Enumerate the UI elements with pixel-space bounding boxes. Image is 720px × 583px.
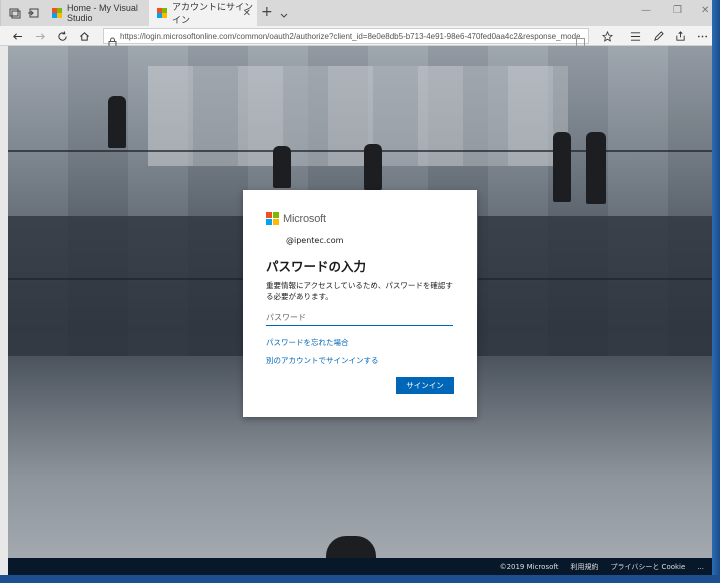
signin-card: Microsoft @ipentec.com パスワードの入力 重要情報にアクセ…: [243, 190, 477, 417]
browser-window: Home - My Visual Studio アカウントにサインイン ✕ + …: [0, 0, 720, 583]
railing-upper: [8, 150, 712, 152]
microsoft-logo: Microsoft: [266, 212, 326, 225]
railing-left: [8, 278, 248, 280]
other-account-link[interactable]: 別のアカウントでサインインする: [266, 355, 379, 366]
page-title: パスワードの入力: [266, 259, 367, 274]
set-aside-tabs-icon[interactable]: [25, 5, 41, 21]
person-figure: [553, 132, 571, 202]
signin-button[interactable]: サインイン: [396, 377, 454, 394]
tab-account-signin[interactable]: アカウントにサインイン ✕: [149, 0, 257, 26]
person-figure: [364, 144, 382, 190]
person-figure: [273, 146, 291, 188]
forward-arrow-icon[interactable]: [33, 29, 47, 43]
tab-strip: Home - My Visual Studio アカウントにサインイン ✕ + …: [0, 0, 712, 26]
escalator-right: [478, 216, 712, 356]
escalator-left: [8, 216, 248, 356]
brand-name: Microsoft: [283, 212, 326, 225]
person-figure: [586, 132, 606, 204]
more-options-icon[interactable]: ...: [697, 563, 704, 571]
favorites-hub-icon[interactable]: [628, 29, 642, 43]
web-note-pen-icon[interactable]: [651, 29, 665, 43]
terms-link[interactable]: 利用規約: [570, 562, 598, 572]
tab-home-my-visual-studio[interactable]: Home - My Visual Studio: [44, 0, 149, 26]
account-identifier: @ipentec.com: [286, 236, 344, 245]
microsoft-favicon-icon: [157, 8, 167, 18]
tab-manager-icon[interactable]: [7, 5, 23, 21]
person-figure: [108, 96, 126, 148]
railing-right: [478, 278, 712, 280]
description-text: 重要情報にアクセスしているため、パスワードを確認する必要があります。: [266, 281, 453, 301]
home-icon[interactable]: [77, 29, 91, 43]
new-tab-button[interactable]: +: [261, 4, 273, 20]
close-tab-icon[interactable]: ✕: [243, 8, 251, 19]
share-icon[interactable]: [673, 29, 687, 43]
forgot-password-link[interactable]: パスワードを忘れた場合: [266, 337, 349, 348]
close-window-icon[interactable]: ✕: [701, 5, 709, 16]
desktop-edge: [712, 0, 720, 583]
address-bar[interactable]: https://login.microsoftonline.com/common…: [103, 28, 589, 47]
more-options-icon[interactable]: [695, 29, 709, 43]
favorite-star-icon[interactable]: [600, 29, 614, 43]
url-text[interactable]: https://login.microsoftonline.com/common…: [120, 32, 580, 41]
privacy-link[interactable]: プライバシーと Cookie: [610, 562, 685, 572]
desktop-taskbar-strip: [0, 575, 720, 583]
chevron-down-icon[interactable]: [279, 6, 289, 25]
page-footer: ©2019 Microsoft 利用規約 プライバシーと Cookie ...: [8, 558, 712, 575]
window-frame: [0, 46, 8, 575]
back-arrow-icon[interactable]: [10, 29, 24, 43]
maximize-icon[interactable]: ❐: [673, 5, 682, 16]
copyright-text: ©2019 Microsoft: [499, 562, 559, 571]
microsoft-favicon-icon: [52, 8, 62, 18]
password-field[interactable]: [266, 310, 453, 326]
tab-title: Home - My Visual Studio: [67, 3, 138, 23]
address-toolbar: https://login.microsoftonline.com/common…: [0, 26, 712, 47]
microsoft-logo-icon: [266, 212, 279, 225]
refresh-icon[interactable]: [55, 29, 69, 43]
minimize-icon[interactable]: —: [641, 5, 651, 16]
